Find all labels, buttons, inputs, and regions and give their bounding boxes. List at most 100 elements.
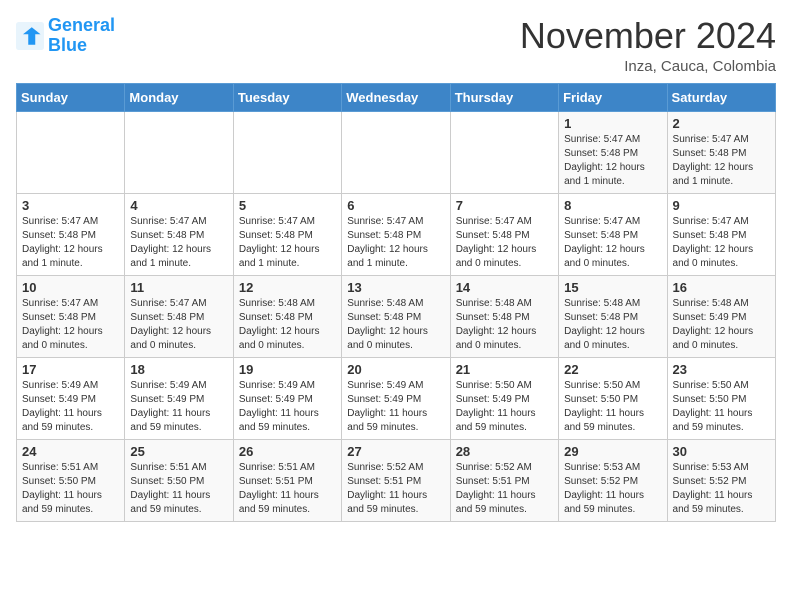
logo-icon <box>16 22 44 50</box>
weekday-header-wednesday: Wednesday <box>342 83 450 111</box>
calendar-cell: 11Sunrise: 5:47 AM Sunset: 5:48 PM Dayli… <box>125 275 233 357</box>
day-info: Sunrise: 5:51 AM Sunset: 5:50 PM Dayligh… <box>130 461 227 517</box>
week-row-4: 17Sunrise: 5:49 AM Sunset: 5:49 PM Dayli… <box>17 357 776 439</box>
calendar-cell: 23 Sunrise: 5:50 AM Sunset: 5:50 PM Dayli… <box>667 357 775 439</box>
day-info: Sunrise: 5:52 AM Sunset: 5:51 PM Dayligh… <box>347 461 444 517</box>
calendar-cell: 13Sunrise: 5:48 AM Sunset: 5:48 PM Dayli… <box>342 275 450 357</box>
day-number: 7 <box>456 198 553 213</box>
day-info: Sunrise: 5:47 AM Sunset: 5:48 PM Dayligh… <box>130 297 227 353</box>
weekday-header-monday: Monday <box>125 83 233 111</box>
day-number: 2 <box>673 116 770 131</box>
day-number: 22 <box>564 362 661 377</box>
calendar-cell: 21Sunrise: 5:50 AM Sunset: 5:49 PM Dayli… <box>450 357 558 439</box>
day-number: 10 <box>22 280 119 295</box>
day-info: Sunrise: 5:48 AM Sunset: 5:49 PM Dayligh… <box>673 297 770 353</box>
page-header: General Blue November 2024 Inza, Cauca, … <box>16 16 776 75</box>
calendar-cell: 5Sunrise: 5:47 AM Sunset: 5:48 PM Daylig… <box>233 193 341 275</box>
calendar-cell: 18 Sunrise: 5:49 AM Sunset: 5:49 PM Dayli… <box>125 357 233 439</box>
day-number: 19 <box>239 362 336 377</box>
calendar-cell: 27 Sunrise: 5:52 AM Sunset: 5:51 PM Dayli… <box>342 439 450 521</box>
day-info: Sunrise: 5:51 AM Sunset: 5:50 PM Dayligh… <box>22 461 119 517</box>
weekday-header-sunday: Sunday <box>17 83 125 111</box>
day-info: Sunrise: 5:47 AM Sunset: 5:48 PM Dayligh… <box>673 215 770 271</box>
calendar-cell: 29Sunrise: 5:53 AM Sunset: 5:52 PM Dayli… <box>559 439 667 521</box>
calendar-cell: 9 Sunrise: 5:47 AM Sunset: 5:48 PM Daylig… <box>667 193 775 275</box>
day-info: Sunrise: 5:47 AM Sunset: 5:48 PM Dayligh… <box>22 297 119 353</box>
day-number: 14 <box>456 280 553 295</box>
weekday-header-thursday: Thursday <box>450 83 558 111</box>
calendar-cell <box>450 111 558 193</box>
calendar-cell: 1 Sunrise: 5:47 AM Sunset: 5:48 PM Daylig… <box>559 111 667 193</box>
day-info: Sunrise: 5:49 AM Sunset: 5:49 PM Dayligh… <box>130 379 227 435</box>
day-number: 25 <box>130 444 227 459</box>
location: Inza, Cauca, Colombia <box>520 58 776 75</box>
calendar-cell: 24 Sunrise: 5:51 AM Sunset: 5:50 PM Dayli… <box>17 439 125 521</box>
day-number: 9 <box>673 198 770 213</box>
calendar-cell <box>125 111 233 193</box>
day-info: Sunrise: 5:51 AM Sunset: 5:51 PM Dayligh… <box>239 461 336 517</box>
day-number: 4 <box>130 198 227 213</box>
day-number: 6 <box>347 198 444 213</box>
day-info: Sunrise: 5:47 AM Sunset: 5:48 PM Dayligh… <box>130 215 227 271</box>
calendar-cell: 10 Sunrise: 5:47 AM Sunset: 5:48 PM Dayli… <box>17 275 125 357</box>
calendar-cell <box>233 111 341 193</box>
day-info: Sunrise: 5:49 AM Sunset: 5:49 PM Dayligh… <box>22 379 119 435</box>
calendar-cell: 28Sunrise: 5:52 AM Sunset: 5:51 PM Dayli… <box>450 439 558 521</box>
day-number: 8 <box>564 198 661 213</box>
day-number: 24 <box>22 444 119 459</box>
calendar-cell: 25 Sunrise: 5:51 AM Sunset: 5:50 PM Dayli… <box>125 439 233 521</box>
day-number: 23 <box>673 362 770 377</box>
calendar-cell: 3Sunrise: 5:47 AM Sunset: 5:48 PM Daylig… <box>17 193 125 275</box>
weekday-header-row: SundayMondayTuesdayWednesdayThursdayFrid… <box>17 83 776 111</box>
calendar-cell: 16 Sunrise: 5:48 AM Sunset: 5:49 PM Dayli… <box>667 275 775 357</box>
calendar-body: 1 Sunrise: 5:47 AM Sunset: 5:48 PM Daylig… <box>17 111 776 521</box>
day-number: 15 <box>564 280 661 295</box>
day-number: 5 <box>239 198 336 213</box>
day-info: Sunrise: 5:50 AM Sunset: 5:50 PM Dayligh… <box>673 379 770 435</box>
calendar-cell: 12 Sunrise: 5:48 AM Sunset: 5:48 PM Dayli… <box>233 275 341 357</box>
day-number: 16 <box>673 280 770 295</box>
day-info: Sunrise: 5:47 AM Sunset: 5:48 PM Dayligh… <box>347 215 444 271</box>
day-info: Sunrise: 5:53 AM Sunset: 5:52 PM Dayligh… <box>673 461 770 517</box>
calendar-cell: 17Sunrise: 5:49 AM Sunset: 5:49 PM Dayli… <box>17 357 125 439</box>
day-info: Sunrise: 5:50 AM Sunset: 5:50 PM Dayligh… <box>564 379 661 435</box>
week-row-5: 24 Sunrise: 5:51 AM Sunset: 5:50 PM Dayli… <box>17 439 776 521</box>
calendar-cell: 4 Sunrise: 5:47 AM Sunset: 5:48 PM Daylig… <box>125 193 233 275</box>
month-title: November 2024 <box>520 16 776 56</box>
day-number: 18 <box>130 362 227 377</box>
day-number: 30 <box>673 444 770 459</box>
day-number: 20 <box>347 362 444 377</box>
day-info: Sunrise: 5:48 AM Sunset: 5:48 PM Dayligh… <box>456 297 553 353</box>
day-info: Sunrise: 5:53 AM Sunset: 5:52 PM Dayligh… <box>564 461 661 517</box>
calendar-cell: 30 Sunrise: 5:53 AM Sunset: 5:52 PM Dayli… <box>667 439 775 521</box>
day-number: 26 <box>239 444 336 459</box>
weekday-header-tuesday: Tuesday <box>233 83 341 111</box>
calendar-cell: 19 Sunrise: 5:49 AM Sunset: 5:49 PM Dayli… <box>233 357 341 439</box>
day-info: Sunrise: 5:47 AM Sunset: 5:48 PM Dayligh… <box>456 215 553 271</box>
calendar-cell: 20 Sunrise: 5:49 AM Sunset: 5:49 PM Dayli… <box>342 357 450 439</box>
day-number: 12 <box>239 280 336 295</box>
day-info: Sunrise: 5:47 AM Sunset: 5:48 PM Dayligh… <box>564 215 661 271</box>
day-info: Sunrise: 5:49 AM Sunset: 5:49 PM Dayligh… <box>347 379 444 435</box>
calendar-cell: 26 Sunrise: 5:51 AM Sunset: 5:51 PM Dayli… <box>233 439 341 521</box>
calendar-cell: 2Sunrise: 5:47 AM Sunset: 5:48 PM Daylig… <box>667 111 775 193</box>
calendar-cell: 8 Sunrise: 5:47 AM Sunset: 5:48 PM Daylig… <box>559 193 667 275</box>
calendar-cell: 15Sunrise: 5:48 AM Sunset: 5:48 PM Dayli… <box>559 275 667 357</box>
calendar-cell: 14 Sunrise: 5:48 AM Sunset: 5:48 PM Dayli… <box>450 275 558 357</box>
calendar-cell <box>17 111 125 193</box>
logo-text: General Blue <box>48 16 115 56</box>
day-info: Sunrise: 5:48 AM Sunset: 5:48 PM Dayligh… <box>239 297 336 353</box>
calendar-cell: 7 Sunrise: 5:47 AM Sunset: 5:48 PM Daylig… <box>450 193 558 275</box>
logo: General Blue <box>16 16 115 56</box>
day-info: Sunrise: 5:49 AM Sunset: 5:49 PM Dayligh… <box>239 379 336 435</box>
weekday-header-saturday: Saturday <box>667 83 775 111</box>
day-info: Sunrise: 5:47 AM Sunset: 5:48 PM Dayligh… <box>564 133 661 189</box>
day-number: 3 <box>22 198 119 213</box>
calendar-header: SundayMondayTuesdayWednesdayThursdayFrid… <box>17 83 776 111</box>
title-block: November 2024 Inza, Cauca, Colombia <box>520 16 776 75</box>
calendar-table: SundayMondayTuesdayWednesdayThursdayFrid… <box>16 83 776 522</box>
day-number: 27 <box>347 444 444 459</box>
day-number: 1 <box>564 116 661 131</box>
weekday-header-friday: Friday <box>559 83 667 111</box>
calendar-cell <box>342 111 450 193</box>
